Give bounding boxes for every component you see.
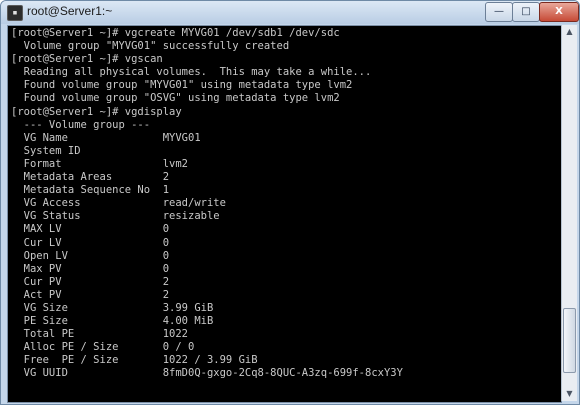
terminal-line: Metadata Areas 2 <box>11 171 170 184</box>
terminal-line: VG Status resizable <box>11 210 220 223</box>
terminal-line: Max PV 0 <box>11 262 170 275</box>
terminal-line: VG Size 3.99 GiB <box>11 301 214 314</box>
terminal-line: System ID <box>11 144 81 157</box>
window-title: root@Server1:~ <box>27 4 113 18</box>
terminal-line: [root@Server1 ~]# vgdisplay <box>11 105 182 118</box>
terminal-line: [root@Server1 ~]# vgcreate MYVG01 /dev/s… <box>11 27 340 39</box>
terminal-window: ▪ root@Server1:~ — □ X [root@Server1 ~]#… <box>0 0 580 405</box>
terminal-line: Reading all physical volumes. This may t… <box>11 66 372 79</box>
terminal-line: PE Size 4.00 MiB <box>11 315 214 328</box>
terminal-line: Found volume group "OSVG" using metadata… <box>11 92 340 105</box>
terminal-line: Open LV 0 <box>11 249 170 262</box>
vertical-scrollbar[interactable]: ▲ ▼ <box>561 25 577 401</box>
terminal-line: Cur LV 0 <box>11 236 170 249</box>
title-bar[interactable]: ▪ root@Server1:~ — □ X <box>1 1 579 24</box>
close-button[interactable]: X <box>539 2 579 22</box>
terminal-line: Total PE 1022 <box>11 328 189 341</box>
terminal-line: Alloc PE / Size 0 / 0 <box>11 341 195 354</box>
terminal-line: Found volume group "MYVG01" using metada… <box>11 79 353 92</box>
terminal-line: Free PE / Size 1022 / 3.99 GiB <box>11 354 258 367</box>
terminal-line: Act PV 2 <box>11 288 170 301</box>
terminal-line: Metadata Sequence No 1 <box>11 184 170 197</box>
terminal-line: --- Volume group --- <box>11 118 151 131</box>
scroll-up-arrow-icon[interactable]: ▲ <box>563 25 576 39</box>
terminal-icon[interactable]: ▪ <box>7 5 23 21</box>
terminal-line: Cur PV 2 <box>11 275 170 288</box>
terminal-line: VG Name MYVG01 <box>11 131 201 144</box>
minimize-button[interactable]: — <box>485 2 513 22</box>
terminal-line: Volume group "MYVG01" successfully creat… <box>11 40 290 53</box>
terminal-line: [root@Server1 ~]# vgscan <box>11 53 163 66</box>
terminal-output[interactable]: [root@Server1 ~]# vgcreate MYVG01 /dev/s… <box>7 25 562 403</box>
terminal-line: VG Access read/write <box>11 197 226 210</box>
terminal-line: Format lvm2 <box>11 157 189 170</box>
terminal-line: MAX LV 0 <box>11 223 170 236</box>
scroll-down-arrow-icon[interactable]: ▼ <box>563 387 576 401</box>
terminal-line: VG UUID 8fmD0Q-gxgo-2Cq8-8QUC-A3zq-699f-… <box>11 367 403 380</box>
maximize-button[interactable]: □ <box>512 2 540 22</box>
scrollbar-thumb[interactable] <box>563 308 576 373</box>
terminal-text: [root@Server1 ~]# vgcreate MYVG01 /dev/s… <box>11 27 403 381</box>
